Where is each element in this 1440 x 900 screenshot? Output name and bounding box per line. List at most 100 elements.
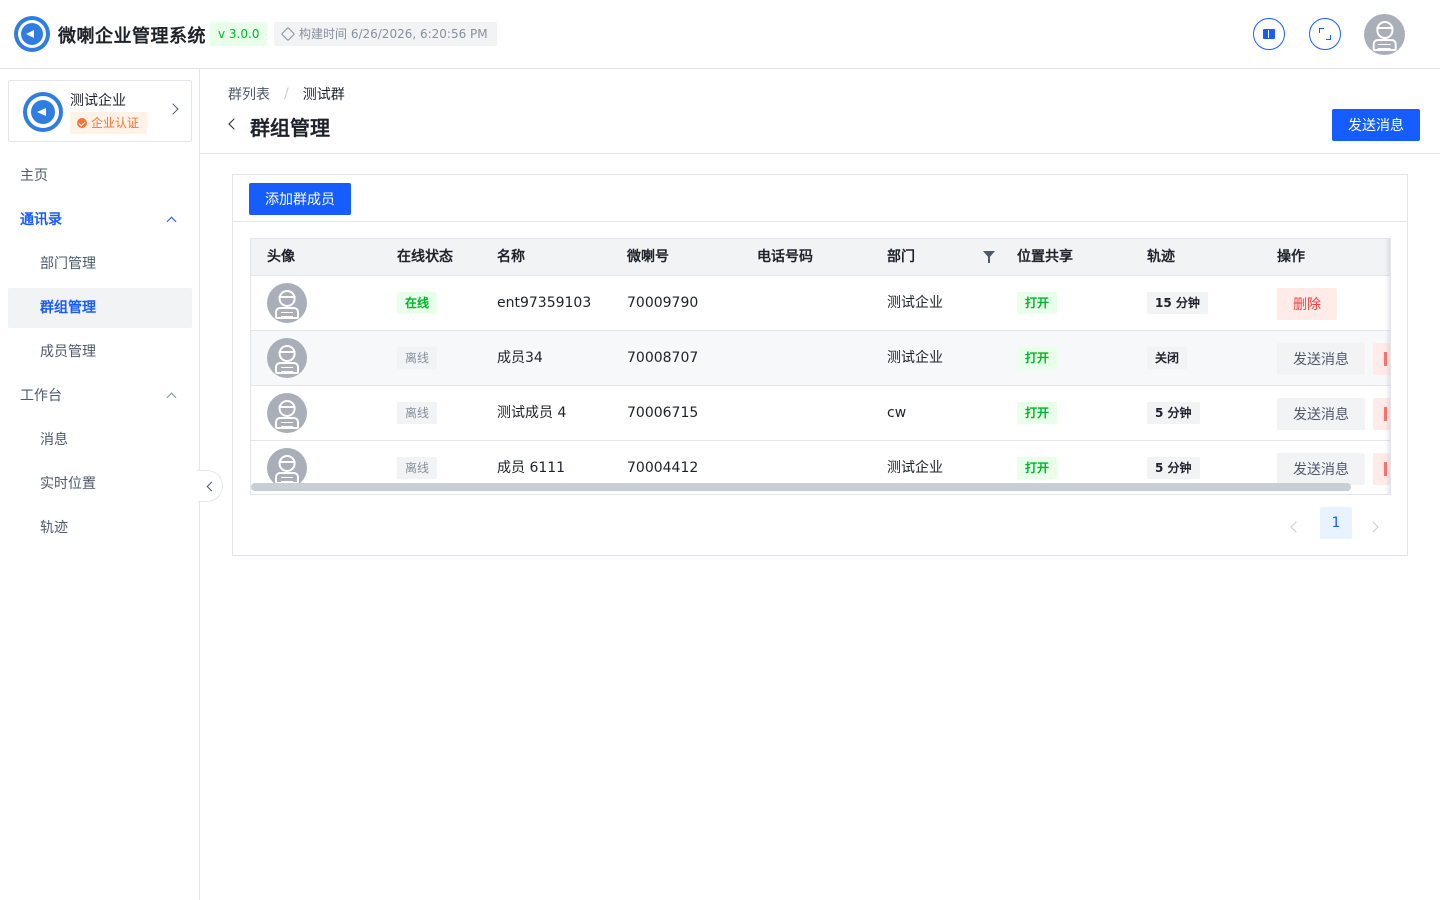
app-logo — [14, 16, 50, 52]
org-logo — [23, 92, 63, 132]
sidebar-item-label: 主页 — [20, 168, 48, 184]
column-header-dept: 部门 — [887, 249, 915, 265]
horizontal-scrollbar[interactable] — [251, 483, 1351, 491]
member-name: 成员34 — [497, 350, 543, 366]
member-dept: 测试企业 — [887, 350, 943, 366]
members-card: 添加群成员 头像 在线状态 名称 微喇号 电话号码 部门 位置共享 轨迹 操作 … — [232, 174, 1408, 556]
column-header-track: 轨迹 — [1147, 249, 1175, 265]
sidebar-item-label: 通讯录 — [20, 212, 62, 228]
sidebar-item-label: 工作台 — [20, 388, 62, 404]
org-verified-text: 企业认证 — [91, 116, 140, 130]
pagination-prev-icon[interactable] — [1290, 521, 1302, 533]
chevron-up-icon — [166, 216, 177, 227]
fullscreen-icon — [1319, 28, 1331, 40]
status-badge: 离线 — [397, 402, 438, 424]
column-header-status: 在线状态 — [397, 249, 453, 265]
chevron-up-icon — [166, 392, 177, 403]
sidebar-item-departments[interactable]: 部门管理 — [8, 244, 192, 284]
delete-button[interactable]: 删除 — [1277, 288, 1337, 320]
member-name: 测试成员 4 — [497, 405, 567, 421]
member-dept: cw — [887, 405, 907, 421]
breadcrumb: 群列表 / 测试群 — [228, 84, 345, 104]
member-id: 70009790 — [627, 295, 699, 311]
send-message-row-button[interactable]: 发送消息 — [1277, 398, 1365, 430]
status-badge: 在线 — [397, 292, 438, 314]
sidebar-item-messages[interactable]: 消息 — [8, 420, 192, 460]
version-badge: v 3.0.0 — [210, 22, 268, 46]
org-verified-badge: 企业认证 — [70, 112, 148, 134]
sidebar-group-contacts[interactable]: 通讯录 — [8, 200, 192, 240]
sidebar-group-workbench[interactable]: 工作台 — [8, 376, 192, 416]
breadcrumb-item-current: 测试群 — [302, 87, 345, 103]
sidebar-item-members[interactable]: 成员管理 — [8, 332, 192, 372]
column-header-location-share: 位置共享 — [1017, 249, 1073, 265]
sidebar-collapse-button[interactable] — [198, 470, 223, 502]
fixed-column-shadow — [1385, 239, 1390, 494]
add-member-button[interactable]: 添加群成员 — [249, 183, 351, 215]
app-title: 微喇企业管理系统 — [58, 26, 206, 47]
column-header-id: 微喇号 — [627, 249, 669, 265]
column-header-avatar: 头像 — [267, 249, 295, 265]
sidebar-item-groups[interactable]: 群组管理 — [8, 288, 192, 328]
build-time-badge: 构建时间 6/26/2026, 6:20:56 PM — [274, 22, 497, 46]
column-header-phone: 电话号码 — [757, 249, 813, 265]
table-row: 在线 ent97359103 70009790 测试企业 打开 15 分钟 删除 — [251, 276, 1390, 331]
location-share-badge: 打开 — [1017, 402, 1058, 424]
send-message-button[interactable]: 发送消息 — [1332, 109, 1420, 141]
track-badge: 关闭 — [1147, 347, 1188, 369]
breadcrumb-separator: / — [284, 86, 289, 102]
top-bar: 微喇企业管理系统 v 3.0.0 构建时间 6/26/2026, 6:20:56… — [0, 0, 1440, 69]
location-share-badge: 打开 — [1017, 347, 1058, 369]
user-avatar[interactable] — [1364, 14, 1405, 55]
member-avatar — [267, 393, 307, 433]
column-header-name: 名称 — [497, 249, 525, 265]
page-title: 群组管理 — [250, 116, 330, 140]
send-message-row-button[interactable]: 发送消息 — [1277, 453, 1365, 485]
members-table[interactable]: 头像 在线状态 名称 微喇号 电话号码 部门 位置共享 轨迹 操作 在线 ent… — [250, 238, 1391, 495]
status-badge: 离线 — [397, 347, 438, 369]
sidebar-item-label: 群组管理 — [40, 300, 96, 316]
sidebar-item-label: 成员管理 — [40, 344, 96, 360]
member-dept: 测试企业 — [887, 295, 943, 311]
chevron-right-icon — [167, 103, 179, 115]
table-header: 头像 在线状态 名称 微喇号 电话号码 部门 位置共享 轨迹 操作 — [251, 239, 1390, 276]
member-id: 70008707 — [627, 350, 699, 366]
sidebar-item-home[interactable]: 主页 — [8, 156, 192, 196]
sidebar-item-realtime-location[interactable]: 实时位置 — [8, 464, 192, 504]
sidebar-item-label: 实时位置 — [40, 476, 96, 492]
member-id: 70006715 — [627, 405, 699, 421]
cube-icon — [280, 26, 296, 42]
column-header-actions: 操作 — [1277, 249, 1305, 265]
org-switcher[interactable]: 测试企业 企业认证 — [8, 80, 192, 142]
card-divider — [233, 221, 1407, 222]
docs-button[interactable] — [1253, 18, 1285, 50]
back-icon[interactable] — [228, 118, 240, 130]
org-name: 测试企业 — [70, 93, 126, 109]
pagination-page-current[interactable]: 1 — [1320, 507, 1352, 539]
book-icon — [1263, 29, 1275, 39]
breadcrumb-item-group-list[interactable]: 群列表 — [228, 84, 270, 104]
pagination-next-icon[interactable] — [1367, 521, 1379, 533]
page-divider — [200, 153, 1440, 154]
sidebar-item-label: 消息 — [40, 432, 68, 448]
member-avatar — [267, 283, 307, 323]
build-time-text: 构建时间 6/26/2026, 6:20:56 PM — [299, 27, 488, 41]
member-avatar — [267, 448, 307, 488]
sidebar: 测试企业 企业认证 主页 通讯录 部门管理 群组管理 成员管理 工作台 消息 实… — [0, 69, 200, 900]
send-message-row-button[interactable]: 发送消息 — [1277, 343, 1365, 375]
track-badge: 5 分钟 — [1147, 457, 1200, 479]
track-badge: 5 分钟 — [1147, 402, 1200, 424]
table-row: 离线 测试成员 4 70006715 cw 打开 5 分钟 发送消息 — [251, 386, 1390, 441]
track-badge: 15 分钟 — [1147, 292, 1208, 314]
status-badge: 离线 — [397, 457, 438, 479]
filter-icon[interactable] — [983, 251, 995, 263]
sidebar-item-label: 部门管理 — [40, 256, 96, 272]
table-row: 离线 成员34 70008707 测试企业 打开 关闭 发送消息 — [251, 331, 1390, 386]
location-share-badge: 打开 — [1017, 292, 1058, 314]
fullscreen-button[interactable] — [1309, 18, 1341, 50]
location-share-badge: 打开 — [1017, 457, 1058, 479]
check-circle-icon — [77, 118, 87, 128]
member-avatar — [267, 338, 307, 378]
member-name: ent97359103 — [497, 295, 592, 311]
sidebar-item-tracks[interactable]: 轨迹 — [8, 508, 192, 548]
